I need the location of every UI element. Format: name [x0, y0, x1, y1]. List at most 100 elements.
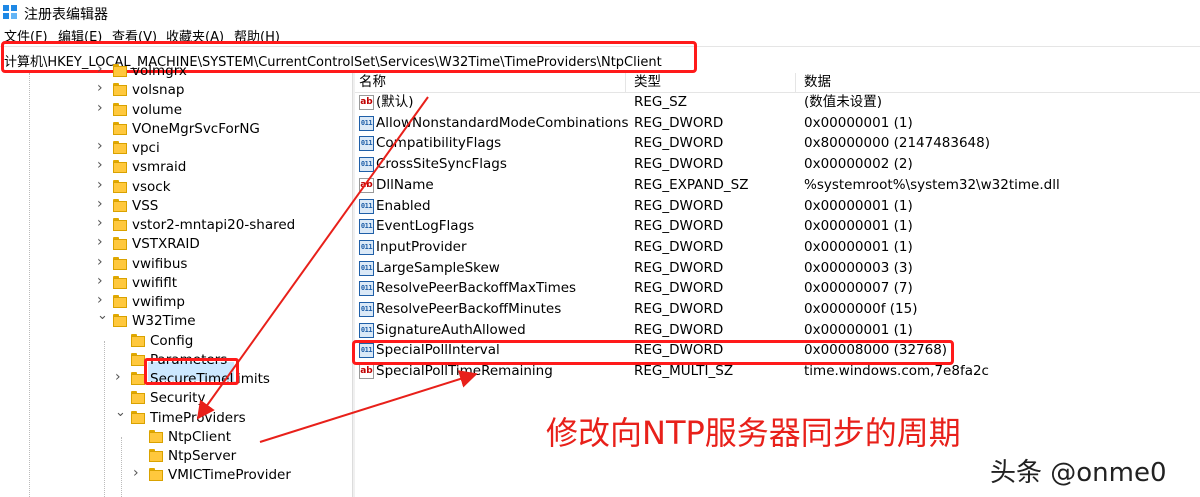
column-data[interactable]: 数据	[804, 73, 831, 91]
column-type[interactable]: 类型	[634, 73, 661, 91]
tree-item-label: vsock	[132, 178, 171, 195]
tree-item[interactable]: › vsock	[0, 178, 352, 197]
tree-item[interactable]: Config	[0, 332, 352, 351]
value-row[interactable]: 011 Enabled REG_DWORD 0x00000001 (1)	[355, 196, 1200, 217]
value-row[interactable]: 011 ResolvePeerBackoffMinutes REG_DWORD 0x0…	[355, 299, 1200, 320]
column-name[interactable]: 名称	[359, 73, 386, 91]
chevron-right-icon[interactable]: ›	[97, 293, 107, 307]
tree-item-label: volmgrx	[132, 63, 187, 79]
value-type: REG_SZ	[634, 94, 687, 110]
chevron-right-icon[interactable]: ›	[97, 255, 107, 269]
chevron-right-icon[interactable]: ›	[97, 81, 107, 95]
value-type: REG_EXPAND_SZ	[634, 176, 749, 193]
folder-icon	[131, 391, 145, 405]
chevron-right-icon[interactable]: ›	[97, 216, 107, 230]
tree-item-selected[interactable]: NtpClient	[0, 428, 352, 447]
tree-item-label: Security	[150, 390, 206, 407]
value-name: DllName	[376, 176, 434, 193]
chevron-right-icon[interactable]: ›	[97, 62, 107, 76]
chevron-right-icon[interactable]: ›	[97, 274, 107, 288]
value-type: REG_DWORD	[634, 280, 724, 297]
tree-item[interactable]: › volmgrx	[0, 62, 352, 81]
binary-value-icon: 011	[359, 115, 374, 131]
value-data: 0x00000007 (7)	[804, 280, 913, 297]
value-data: 0x00000001 (1)	[804, 114, 913, 131]
tree-item[interactable]: › vpci	[0, 139, 352, 158]
chevron-right-icon[interactable]: ›	[97, 101, 107, 115]
chevron-right-icon[interactable]: ›	[97, 235, 107, 249]
value-name: CompatibilityFlags	[376, 135, 502, 152]
folder-icon	[113, 83, 127, 97]
chevron-right-icon[interactable]: ›	[133, 466, 143, 480]
value-row[interactable]: 011 AllowNonstandardModeCombinations REG_D…	[355, 113, 1200, 134]
tree-item[interactable]: › VSS	[0, 197, 352, 216]
value-row[interactable]: 011 SignatureAuthAllowed REG_DWORD 0x000000…	[355, 320, 1200, 341]
chevron-right-icon[interactable]: ›	[97, 158, 107, 172]
folder-icon	[131, 372, 145, 385]
chevron-right-icon[interactable]: ›	[115, 370, 125, 384]
tree-item[interactable]: ⌄ W32Time	[0, 309, 352, 331]
binary-value-icon: 011	[359, 157, 374, 173]
value-row[interactable]: 011 EventLogFlags REG_DWORD 0x00000001 (1)	[355, 216, 1200, 237]
tree-item[interactable]: › vwifibus	[0, 255, 352, 274]
value-row[interactable]: ab (默认) REG_SZ (数值未设置)	[355, 92, 1200, 113]
folder-icon	[113, 64, 127, 77]
chevron-right-icon[interactable]: ›	[97, 178, 107, 192]
value-highlight-box	[352, 340, 954, 365]
tree-item[interactable]: Security	[0, 389, 352, 408]
value-row[interactable]: 011 LargeSampleSkew REG_DWORD 0x00000003 (3…	[355, 258, 1200, 279]
value-data: 0x00000002 (2)	[804, 156, 913, 173]
tree-item[interactable]: › vsmraid	[0, 158, 352, 177]
list-header: 名称 类型 数据	[355, 73, 1200, 93]
folder-icon	[113, 121, 127, 135]
column-separator[interactable]	[625, 73, 626, 92]
chevron-right-icon[interactable]: ›	[97, 139, 107, 153]
chevron-down-icon[interactable]: ⌄	[115, 406, 126, 419]
value-data: %systemroot%\system32\w32time.dll	[804, 176, 1060, 193]
tree-item[interactable]: › volsnap	[0, 81, 352, 100]
tree-item-label: VSTXRAID	[132, 236, 200, 253]
tree-item-label: NtpServer	[168, 448, 237, 464]
tree-item[interactable]: › vstor2-mntapi20-shared	[0, 216, 352, 235]
folder-icon	[113, 179, 127, 193]
folder-icon	[131, 410, 145, 424]
tree-item-label: vpci	[132, 140, 160, 156]
value-row[interactable]: 011 CrossSiteSyncFlags REG_DWORD 0x00000002…	[355, 154, 1200, 175]
value-row[interactable]: ab DllName REG_EXPAND_SZ %systemroot%\syste…	[355, 175, 1200, 196]
binary-value-icon: 011	[359, 198, 374, 214]
chevron-down-icon[interactable]: ⌄	[97, 309, 108, 322]
folder-icon	[113, 275, 127, 289]
value-name: ResolvePeerBackoffMaxTimes	[376, 280, 577, 297]
string-value-icon: ab	[359, 364, 374, 380]
tree-item[interactable]: › vwififlt	[0, 274, 352, 293]
chevron-right-icon[interactable]: ›	[97, 197, 107, 211]
binary-value-icon: 011	[359, 322, 374, 338]
title-bar: 注册表编辑器	[0, 0, 1200, 26]
value-data: 0x00000001 (1)	[804, 218, 913, 235]
tree-item[interactable]: › VMICTimeProvider	[0, 466, 352, 485]
folder-icon	[131, 352, 145, 366]
tree-item[interactable]: VOneMgrSvcForNG	[0, 120, 352, 139]
tree-item-label: VOneMgrSvcForNG	[132, 120, 260, 137]
value-name: AllowNonstandardModeCombinations	[376, 114, 629, 131]
tree-item-label: VSS	[132, 197, 159, 214]
tree-item-label: vwifibus	[132, 255, 188, 272]
column-separator[interactable]	[795, 73, 796, 92]
tree-item[interactable]: › volume	[0, 101, 352, 120]
value-data: 0x00000001 (1)	[804, 321, 913, 338]
binary-value-icon: 011	[359, 260, 374, 276]
value-row[interactable]: 011 CompatibilityFlags REG_DWORD 0x80000000…	[355, 133, 1200, 154]
value-name: SignatureAuthAllowed	[376, 321, 526, 338]
watermark: 头条 @onme0	[990, 458, 1167, 488]
value-row[interactable]: 011 ResolvePeerBackoffMaxTimes REG_DWORD 0x…	[355, 278, 1200, 299]
tree-item[interactable]: › vwifimp	[0, 293, 352, 312]
tree-item[interactable]: NtpServer	[0, 447, 352, 466]
tree-item[interactable]: › VSTXRAID	[0, 235, 352, 254]
binary-value-icon: 011	[359, 219, 374, 235]
string-value-icon: ab	[359, 177, 374, 193]
tree-item[interactable]: ⌄ TimeProviders	[0, 406, 352, 428]
value-row[interactable]: 011 InputProvider REG_DWORD 0x00000001 (1)	[355, 237, 1200, 258]
tree-item-label: vwififlt	[132, 274, 178, 291]
value-data: 0x00000001 (1)	[804, 197, 913, 214]
value-type: REG_DWORD	[634, 301, 724, 317]
